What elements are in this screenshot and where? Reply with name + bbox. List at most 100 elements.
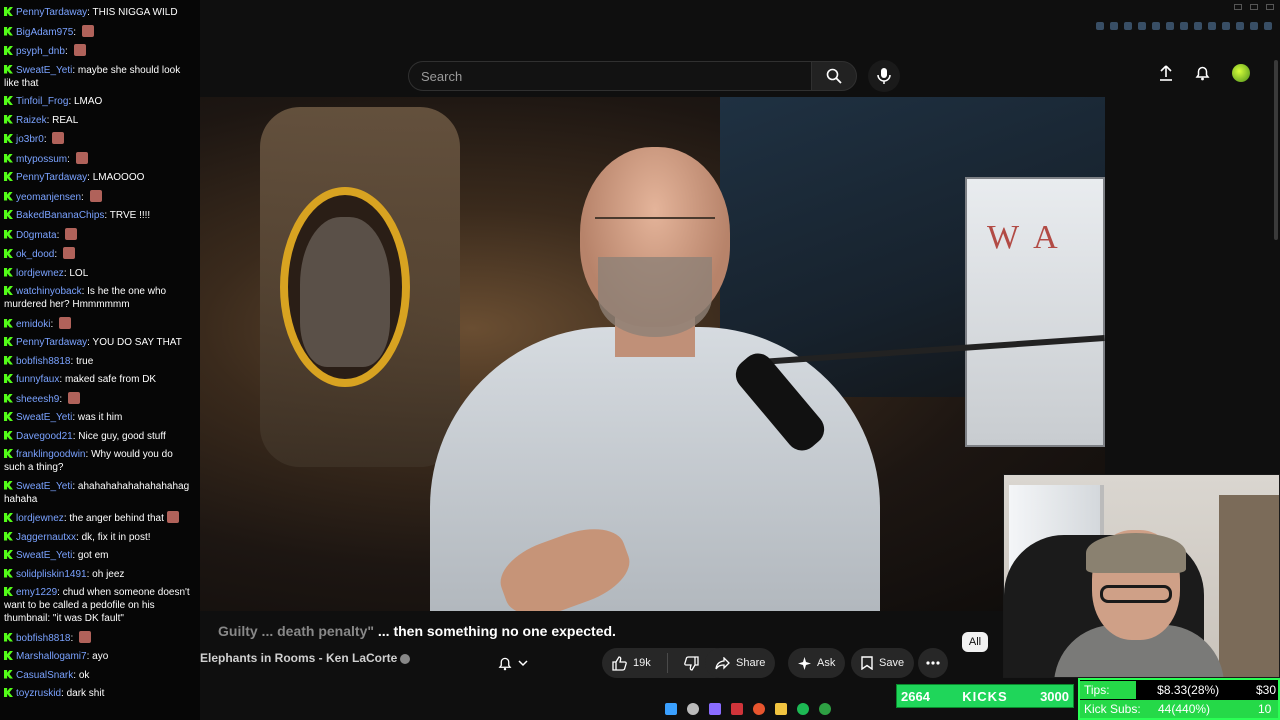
streamer-webcam [1003,474,1280,678]
chat-text: TRVE !!!! [109,210,151,221]
chat-username[interactable]: emy1229 [16,587,57,598]
upload-icon[interactable] [1159,65,1173,81]
kicks-label: KICKS [962,688,1008,704]
kicks-count: 2664 [901,688,930,704]
kick-badge-icon [4,449,13,458]
chat-username[interactable]: lordjewnez [16,513,64,524]
bell-icon[interactable] [1195,65,1210,81]
kick-badge-icon [4,355,13,365]
chat-text: ok [78,669,90,681]
subs-goal: Kick Subs: 44(440%) 10 [1080,700,1280,718]
video-actions-row: Elephants in Rooms - Ken LaCorte 19k Sha… [200,646,1105,682]
chat-username[interactable]: Davegood21 [16,431,73,442]
chat-username[interactable]: PennyTardaway [16,7,87,18]
chat-username[interactable]: lordjewnez [16,268,64,279]
chat-username[interactable]: bobfish8818 [16,356,71,367]
save-button[interactable]: Save [851,648,915,678]
chat-username[interactable]: mtypossum [16,154,67,165]
sparkle-icon [798,656,811,670]
chat-username[interactable]: solidpliskin1491 [16,569,87,580]
chat-username[interactable]: PennyTardaway [16,172,87,183]
chat-username[interactable]: jo3br0 [16,134,44,145]
kick-badge-icon [4,46,13,55]
taskbar-search-icon[interactable] [687,703,699,715]
chat-username[interactable]: D0gmata [16,230,57,241]
chat-message: emy1229: chud when someone doesn't want … [4,587,190,624]
voice-search-button[interactable] [868,60,900,92]
kick-badge-icon [4,651,13,660]
chat-username[interactable]: CasualSnark [16,670,73,681]
chat-emote-icon [75,151,88,164]
chat-username[interactable]: sheeesh9 [16,394,59,405]
chat-username[interactable]: bobfish8818 [16,633,71,644]
chat-message: lordjewnez: LOL [4,267,196,280]
kicks-goal: 3000 [1040,688,1069,704]
browser-extension-icons[interactable] [1096,22,1272,30]
subscribe-bell-button[interactable] [490,650,536,676]
ask-button[interactable]: Ask [788,648,846,678]
video-player[interactable]: W A [200,97,1105,611]
chat-message: mtypossum: [4,151,196,166]
browser-icon[interactable] [753,703,765,715]
kick-badge-icon [4,688,13,697]
chat-username[interactable]: toyzruskid [16,688,61,699]
share-button[interactable]: Share [705,648,776,678]
kick-badge-icon [4,393,13,403]
chat-username[interactable]: ok_dood [16,249,54,260]
chat-message: lordjewnez: the anger behind that [4,511,196,525]
channel-name[interactable]: Elephants in Rooms - Ken LaCorte [200,651,411,665]
chat-username[interactable]: Marshallogami7 [16,651,87,662]
chat-username[interactable]: psyph_dnb [16,46,65,57]
page-scrollbar[interactable] [1274,60,1278,240]
chat-text: LMAO [74,96,103,107]
chat-username[interactable]: Jaggernautxx [16,532,76,543]
windows-start-icon[interactable] [665,703,677,715]
chat-text: LOL [69,267,89,279]
chat-username[interactable]: franklingoodwin [16,449,86,460]
search-button[interactable] [811,61,857,91]
avatar[interactable] [1232,64,1250,82]
chat-username[interactable]: BakedBananaChips [16,210,104,221]
chat-text: YOU DO SAY THAT [92,337,182,348]
chat-username[interactable]: yeomanjensen [16,192,81,203]
dislike-button[interactable] [674,648,709,678]
chat-message: ok_dood: [4,247,196,261]
kick-badge-icon [4,114,13,124]
mic-icon [877,68,891,84]
chat-username[interactable]: watchinyoback [16,286,82,297]
spotify-icon[interactable] [797,703,809,715]
chat-username[interactable]: BigAdam975 [16,27,73,38]
kicks-goal-bar: 2664 KICKS 3000 [896,684,1074,708]
app-icon[interactable] [731,703,743,715]
chat-username[interactable]: SweatE_Yeti [16,65,72,76]
more-actions-button[interactable] [918,648,948,678]
search-input[interactable]: Search [408,61,811,91]
chat-text: was it him [77,412,123,423]
chat-message: funnyfaux: maked safe from DK [4,373,196,386]
goals-panel: Tips: $8.33(28%) $30 Kick Subs: 44(440%)… [1078,678,1280,720]
kick-badge-icon [4,430,13,440]
chat-username[interactable]: SweatE_Yeti [16,481,72,492]
xbox-icon[interactable] [819,703,831,715]
chat-username[interactable]: funnyfaux [16,374,59,385]
chat-username[interactable]: Tinfoil_Frog [16,96,68,107]
like-button[interactable]: 19k [602,648,661,678]
chat-text: Nice guy, good stuff [78,430,166,442]
folder-icon[interactable] [775,703,787,715]
chat-message: Jaggernautxx: dk, fix it in post! [4,531,196,544]
wall-poster: W A [965,177,1105,447]
chat-text: oh jeez [92,568,125,580]
chat-username[interactable]: SweatE_Yeti [16,412,72,423]
chat-username[interactable]: Raizek [16,115,47,126]
video-presenter [430,137,880,611]
chat-text: LMAOOOO [92,172,145,183]
discord-icon[interactable] [709,703,721,715]
window-controls[interactable] [1234,4,1274,10]
chat-username[interactable]: SweatE_Yeti [16,550,72,561]
kick-badge-icon [4,96,13,105]
kick-badge-icon [4,568,13,578]
chat-message: D0gmata: [4,227,196,242]
chat-text: REAL [52,114,79,126]
chat-username[interactable]: PennyTardaway [16,337,87,348]
chat-username[interactable]: emidoki [16,319,50,330]
